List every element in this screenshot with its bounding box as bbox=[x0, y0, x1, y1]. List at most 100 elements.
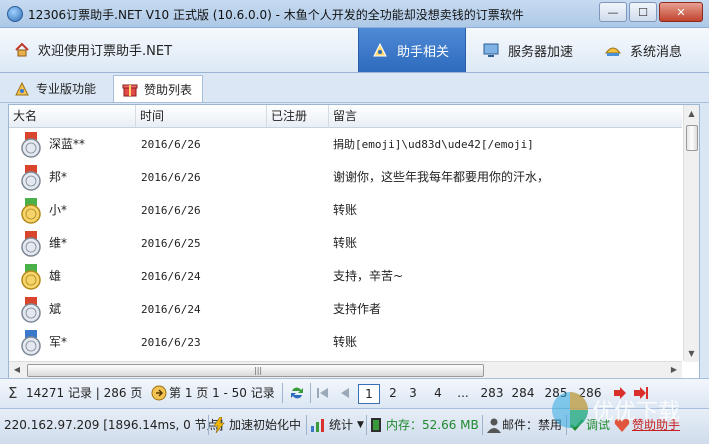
scroll-left-button[interactable]: ◀ bbox=[9, 362, 25, 378]
divider bbox=[366, 415, 367, 435]
cell-registered bbox=[271, 293, 327, 326]
cell-name: 小* bbox=[49, 203, 68, 217]
heart-icon bbox=[614, 419, 630, 432]
cell-message: 转账 bbox=[333, 236, 358, 250]
cell-message: 支持作者 bbox=[333, 302, 382, 316]
check-icon bbox=[570, 419, 584, 431]
title-bar: 12306订票助手.NET V10 正式版 (10.6.0.0) - 木鱼个人开… bbox=[0, 0, 709, 28]
horizontal-scrollbar[interactable]: ◀ ||| ▶ bbox=[9, 361, 682, 378]
status-ip: 220.162.97.209 [1896.14ms, 0 节点] bbox=[4, 418, 224, 432]
nav-tab-system-messages[interactable]: 系统消息 bbox=[592, 28, 704, 72]
medal-icon bbox=[21, 132, 41, 158]
person-icon bbox=[487, 418, 501, 433]
page-button-284[interactable]: 284 bbox=[511, 384, 535, 402]
message-icon bbox=[605, 47, 621, 56]
page-button-286[interactable]: 286 bbox=[578, 384, 602, 402]
page-button-4[interactable]: 4 bbox=[428, 384, 448, 402]
tab-pro-features[interactable]: 专业版功能 bbox=[6, 75, 110, 102]
scroll-down-button[interactable]: ▼ bbox=[684, 346, 699, 362]
page-button-3[interactable]: 3 bbox=[403, 384, 423, 402]
lightning-icon bbox=[213, 417, 225, 433]
table-row[interactable]: 雄 2016/6/24 支持，辛苦~ bbox=[9, 260, 682, 293]
sponsor-link[interactable]: 赞助助手 bbox=[632, 416, 680, 434]
next-page-icon[interactable] bbox=[610, 384, 628, 402]
refresh-icon[interactable] bbox=[288, 384, 306, 402]
medal-icon bbox=[21, 264, 41, 290]
medal-icon bbox=[21, 198, 41, 224]
table-row[interactable]: 深蓝** 2016/6/26 捐助[emoji]\ud83d\ude42[/emoj… bbox=[9, 128, 682, 161]
medal-icon bbox=[21, 297, 41, 323]
column-header-time[interactable]: 时间 bbox=[136, 105, 267, 127]
welcome-text: 欢迎使用订票助手.NET bbox=[38, 44, 173, 59]
stats-dropdown-icon[interactable]: ▼ bbox=[357, 416, 364, 434]
debug-toggle[interactable]: 调试 bbox=[586, 416, 610, 434]
gift-icon bbox=[122, 84, 138, 97]
column-header-message[interactable]: 留言 bbox=[329, 105, 682, 127]
divider bbox=[566, 415, 567, 435]
table-row[interactable]: 军* 2016/6/23 转账 bbox=[9, 326, 682, 359]
scroll-up-button[interactable]: ▲ bbox=[683, 105, 699, 123]
page-button-283[interactable]: 283 bbox=[480, 384, 504, 402]
cell-name: 斌 bbox=[49, 302, 62, 316]
last-page-icon[interactable] bbox=[632, 384, 650, 402]
scroll-right-button[interactable]: ▶ bbox=[666, 362, 682, 378]
page-button-1[interactable]: 1 bbox=[358, 384, 380, 404]
maximize-button[interactable]: ☐ bbox=[629, 2, 657, 22]
cell-time: 2016/6/24 bbox=[141, 303, 201, 316]
cell-name: 深蓝** bbox=[49, 137, 86, 151]
tab-label: 赞助列表 bbox=[144, 82, 193, 97]
medal-icon bbox=[21, 231, 41, 257]
table-row[interactable]: 斌 2016/6/24 支持作者 bbox=[9, 293, 682, 326]
divider bbox=[208, 415, 209, 435]
nav-tab-server-accel[interactable]: 服务器加速 bbox=[470, 28, 588, 72]
cell-time: 2016/6/26 bbox=[141, 138, 201, 151]
pro-icon bbox=[15, 81, 29, 95]
cell-time: 2016/6/24 bbox=[141, 270, 201, 283]
prev-page-icon[interactable] bbox=[336, 384, 354, 402]
nav-tab-assistant[interactable]: 助手相关 bbox=[358, 28, 466, 72]
record-count: 14271 记录 | 286 页 bbox=[26, 386, 143, 400]
nav-tab-label: 助手相关 bbox=[397, 44, 450, 60]
tab-sponsor-list[interactable]: 赞助列表 bbox=[113, 75, 203, 102]
table-row[interactable]: 小* 2016/6/26 转账 bbox=[9, 194, 682, 227]
window-controls: — ☐ ✕ bbox=[599, 2, 703, 22]
status-mail[interactable]: 邮件：禁用 bbox=[502, 416, 562, 434]
vertical-scrollbar[interactable] bbox=[683, 123, 699, 361]
page-ellipsis[interactable]: ... bbox=[452, 384, 474, 402]
cell-name: 维* bbox=[49, 236, 68, 250]
minimize-icon: — bbox=[607, 5, 619, 19]
page-button-285[interactable]: 285 bbox=[544, 384, 568, 402]
close-icon: ✕ bbox=[676, 5, 686, 19]
table-header: 大名 时间 已注册 留言 bbox=[9, 105, 682, 128]
app-icon bbox=[7, 6, 23, 22]
sub-tabs: 专业版功能 赞助列表 bbox=[0, 73, 709, 103]
cell-message: 捐助[emoji]\ud83d\ude42[/emoji] bbox=[333, 138, 534, 151]
column-header-name[interactable]: 大名 bbox=[9, 105, 136, 127]
cell-message: 转账 bbox=[333, 335, 358, 349]
cell-registered bbox=[271, 260, 327, 293]
page-info: 第 1 页 1 - 50 记录 bbox=[169, 386, 275, 400]
medal-icon bbox=[21, 330, 41, 356]
cell-name: 邦* bbox=[49, 170, 68, 184]
close-button[interactable]: ✕ bbox=[659, 2, 703, 22]
page-info-icon bbox=[151, 385, 167, 401]
status-accel[interactable]: 加速初始化中 bbox=[229, 416, 301, 434]
first-page-icon[interactable] bbox=[314, 384, 332, 402]
table-row[interactable]: 维* 2016/6/25 转账 bbox=[9, 227, 682, 260]
cell-registered bbox=[271, 194, 327, 227]
stats-menu[interactable]: 统计 bbox=[329, 416, 353, 434]
divider bbox=[482, 415, 483, 435]
column-header-registered[interactable]: 已注册 bbox=[267, 105, 329, 127]
cell-registered bbox=[271, 326, 327, 359]
welcome-area: 欢迎使用订票助手.NET bbox=[14, 40, 172, 59]
page-button-2[interactable]: 2 bbox=[383, 384, 403, 402]
nav-tab-label: 系统消息 bbox=[630, 44, 683, 60]
cell-name: 雄 bbox=[49, 269, 62, 283]
minimize-button[interactable]: — bbox=[599, 2, 627, 22]
vertical-scroll-thumb[interactable] bbox=[686, 125, 698, 151]
maximize-icon: ☐ bbox=[638, 5, 648, 19]
horizontal-scroll-thumb[interactable]: ||| bbox=[27, 364, 484, 377]
table-row[interactable]: 邦* 2016/6/26 谢谢你，这些年我每年都要用你的汗水， bbox=[9, 161, 682, 194]
cell-message: 支持，辛苦~ bbox=[333, 269, 404, 283]
home-icon bbox=[15, 42, 29, 56]
